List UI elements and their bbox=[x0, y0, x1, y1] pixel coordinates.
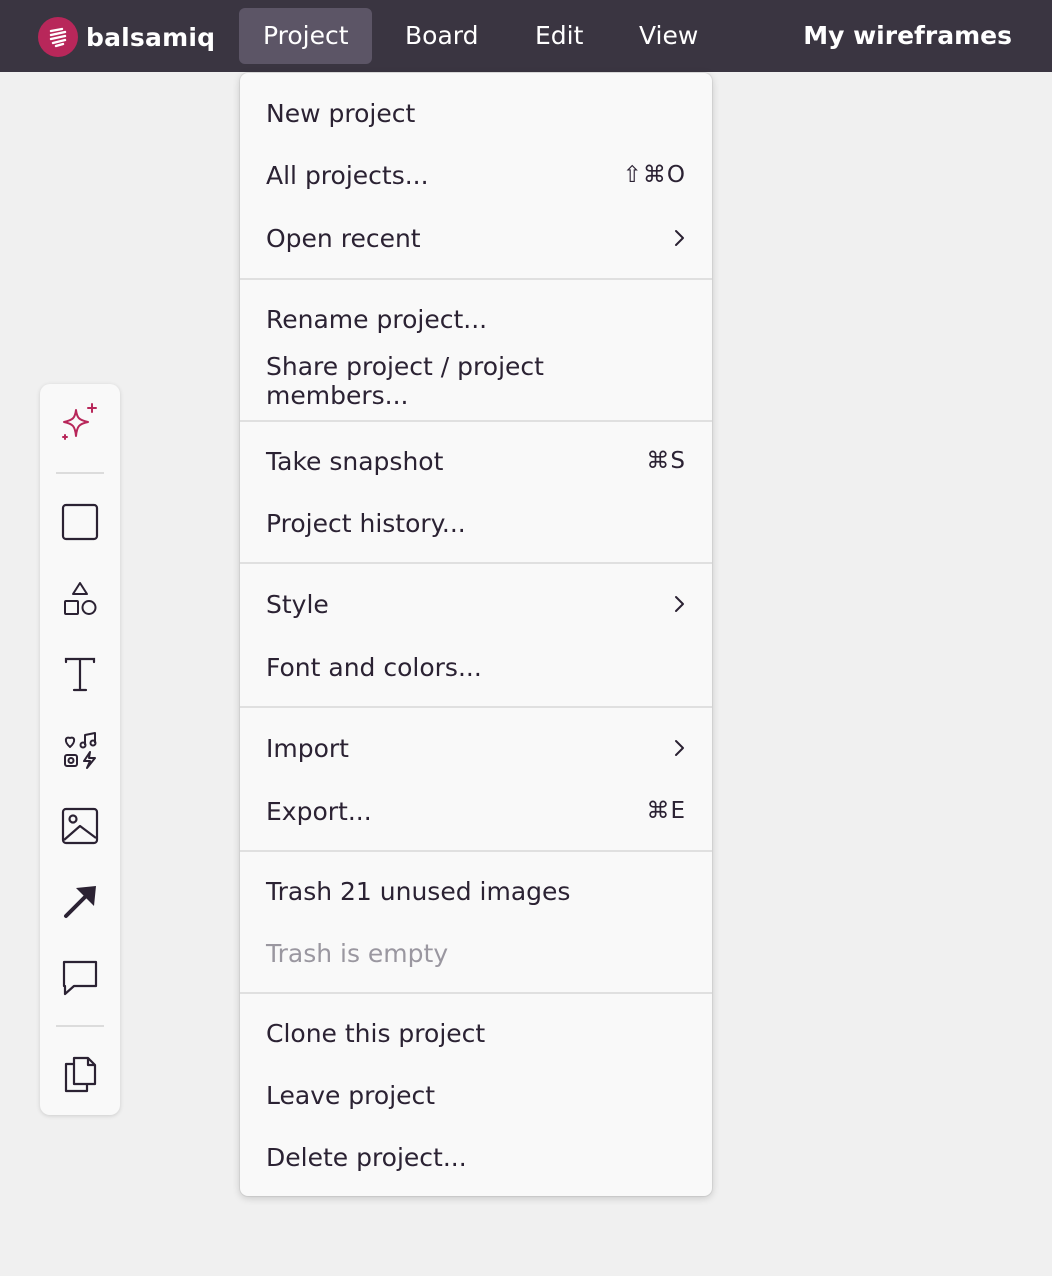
text-icon[interactable] bbox=[56, 650, 104, 698]
menu-item-label: Font and colors... bbox=[266, 652, 482, 682]
copy-icon[interactable] bbox=[56, 1050, 104, 1098]
menu-item-label: Clone this project bbox=[266, 1018, 486, 1048]
chevron-right-icon bbox=[675, 740, 684, 756]
menu-item-import[interactable]: Import bbox=[240, 717, 712, 779]
menu-item-label: Delete project... bbox=[266, 1142, 467, 1172]
menu-item-take-snapshot[interactable]: Take snapshot ⌘S bbox=[240, 430, 712, 492]
menu-board[interactable]: Board bbox=[381, 8, 502, 64]
project-menu-dropdown: New project All projects... ⇧⌘O Open rec… bbox=[240, 73, 712, 1196]
comment-icon[interactable] bbox=[56, 954, 104, 1002]
menu-divider bbox=[240, 562, 712, 564]
menu-item-label: Project history... bbox=[266, 508, 466, 538]
menu-divider bbox=[240, 850, 712, 852]
ai-sparkle-icon[interactable] bbox=[56, 400, 104, 448]
image-icon[interactable] bbox=[56, 802, 104, 850]
tools-palette bbox=[40, 384, 120, 1115]
menu-divider bbox=[240, 706, 712, 708]
menu-item-project-history[interactable]: Project history... bbox=[240, 492, 712, 554]
menu-item-open-recent[interactable]: Open recent bbox=[240, 207, 712, 269]
logo-text: balsamiq bbox=[86, 22, 216, 52]
menu-item-label: Trash 21 unused images bbox=[266, 876, 571, 906]
menu-item-rename-project[interactable]: Rename project... bbox=[240, 288, 712, 350]
app-logo[interactable]: balsamiq bbox=[38, 17, 215, 57]
my-wireframes-link[interactable]: My wireframes bbox=[803, 8, 1012, 64]
menu-item-label: Style bbox=[266, 589, 329, 619]
menu-item-all-projects[interactable]: All projects... ⇧⌘O bbox=[240, 144, 712, 206]
shortcut-label: ⇧⌘O bbox=[622, 162, 686, 188]
menu-item-label: Trash is empty bbox=[266, 938, 449, 968]
chevron-right-icon bbox=[675, 230, 684, 246]
shortcut-label: ⌘E bbox=[646, 798, 686, 824]
menu-item-label: Leave project bbox=[266, 1080, 436, 1110]
rectangle-icon[interactable] bbox=[56, 498, 104, 546]
arrow-icon[interactable] bbox=[56, 878, 104, 926]
menu-item-label: Share project / project members... bbox=[266, 352, 544, 410]
shapes-icon[interactable] bbox=[56, 574, 104, 622]
menu-item-label: Take snapshot bbox=[266, 446, 444, 476]
menu-item-trash-empty: Trash is empty bbox=[240, 922, 712, 984]
menu-item-label: New project bbox=[266, 98, 416, 128]
menu-divider bbox=[240, 278, 712, 280]
toolbar-divider bbox=[56, 1025, 104, 1027]
menu-divider bbox=[240, 992, 712, 994]
menu-item-clone-project[interactable]: Clone this project bbox=[240, 1002, 712, 1064]
menu-item-label: Open recent bbox=[266, 223, 421, 253]
menu-item-style[interactable]: Style bbox=[240, 573, 712, 635]
menu-item-new-project[interactable]: New project bbox=[240, 82, 712, 144]
top-menu-bar: balsamiq Project Board Edit View My wire… bbox=[0, 0, 1052, 72]
balsamiq-logo-icon bbox=[38, 17, 78, 57]
chevron-right-icon bbox=[675, 596, 684, 612]
menu-item-font-and-colors[interactable]: Font and colors... bbox=[240, 636, 712, 698]
menu-item-trash-unused-images[interactable]: Trash 21 unused images bbox=[240, 860, 712, 922]
menu-item-label: Import bbox=[266, 733, 349, 763]
menu-item-label: Export... bbox=[266, 796, 372, 826]
menu-edit[interactable]: Edit bbox=[511, 8, 607, 64]
menu-item-export[interactable]: Export... ⌘E bbox=[240, 780, 712, 842]
menu-divider bbox=[240, 420, 712, 422]
menu-item-delete-project[interactable]: Delete project... bbox=[240, 1126, 712, 1188]
menu-item-label: Rename project... bbox=[266, 304, 488, 334]
menu-item-share-project[interactable]: Share project / project members... bbox=[240, 350, 712, 412]
menu-item-label: All projects... bbox=[266, 160, 429, 190]
icons-library-icon[interactable] bbox=[56, 726, 104, 774]
menu-view[interactable]: View bbox=[615, 8, 722, 64]
toolbar-divider bbox=[56, 472, 104, 474]
menu-project[interactable]: Project bbox=[239, 8, 372, 64]
shortcut-label: ⌘S bbox=[646, 448, 686, 474]
menu-item-leave-project[interactable]: Leave project bbox=[240, 1064, 712, 1126]
